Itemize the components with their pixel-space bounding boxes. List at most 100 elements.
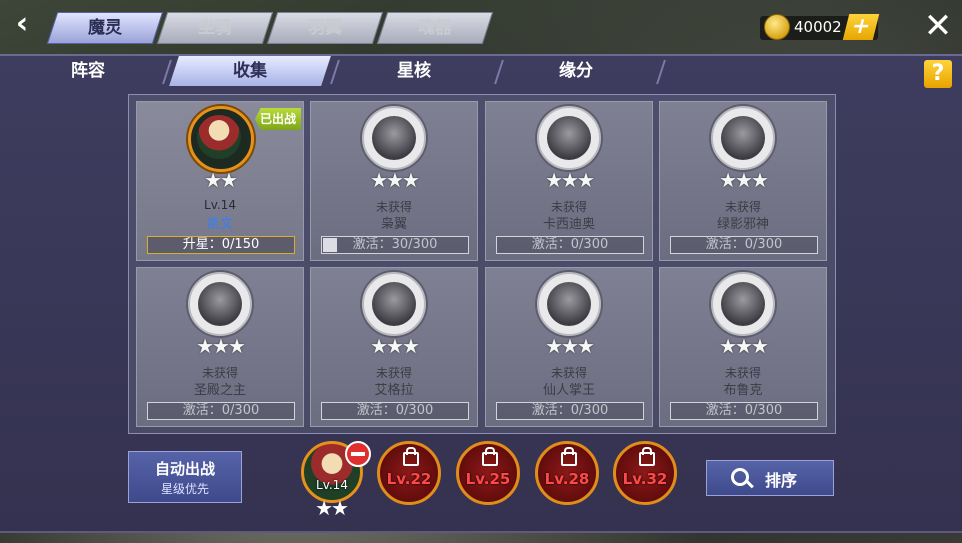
back-arrow-icon[interactable]: ‹: [4, 8, 40, 42]
tab-label: 缘分: [559, 61, 593, 81]
character-name: 凯文: [206, 217, 233, 232]
tab-fate[interactable]: 缘分: [495, 56, 657, 86]
progress-bar: 激活：0/300: [496, 236, 644, 254]
progress-text: 激活：0/300: [531, 403, 609, 418]
progress-bar: 激活：0/300: [670, 402, 818, 420]
progress-text: 激活：0/300: [531, 237, 609, 252]
character-name: 圣殿之主: [193, 383, 246, 398]
tab-label: 魔灵: [88, 18, 122, 38]
tab-star-core[interactable]: 星核: [333, 56, 495, 86]
progress-bar: 激活：30/300: [321, 236, 469, 254]
character-level: Lv.14: [204, 198, 236, 212]
character-portrait: [188, 272, 252, 336]
star-rating: ★★★: [370, 334, 420, 358]
gold-coin-icon: [764, 14, 790, 40]
character-portrait: [711, 106, 775, 170]
collection-card[interactable]: ★★★ 未获得 卡西迪奥 激活：0/300: [485, 101, 653, 261]
character-name: 绿影邪神: [716, 217, 769, 232]
close-icon[interactable]: ✕: [918, 6, 958, 46]
star-rating: ★★★: [370, 168, 420, 192]
sort-button[interactable]: 排序: [706, 460, 834, 496]
lock-icon: [639, 447, 655, 466]
character-name: 仙人掌王: [542, 383, 595, 398]
character-portrait: [188, 106, 254, 172]
auto-deploy-subtitle: 星级优先: [160, 482, 209, 496]
progress-text: 激活：0/300: [356, 403, 434, 418]
progress-text: 激活：0/300: [182, 403, 260, 418]
tab-label: 收集: [233, 61, 267, 81]
progress-bar: 激活：0/300: [670, 236, 818, 254]
top-bar: ‹ 魔灵 坐骑 羽翼 魂器 40002 + ✕: [0, 0, 962, 46]
locked-slot-4[interactable]: Lv.32: [613, 441, 677, 505]
auto-deploy-button[interactable]: 自动出战 星级优先: [128, 451, 242, 503]
collection-card[interactable]: 已出战 ★★ Lv.14 凯文升星：0/150: [136, 101, 304, 261]
character-portrait: [537, 272, 601, 336]
character-avatar-icon: [547, 282, 591, 326]
star-rating: ★★★: [545, 334, 595, 358]
progress-text: 升星：0/150: [182, 237, 260, 252]
unlock-level: Lv.32: [622, 470, 668, 488]
auto-deploy-label: 自动出战: [154, 460, 215, 478]
progress-bar: 升星：0/150: [147, 236, 295, 254]
currency-amount: 40002: [794, 18, 842, 36]
star-rating: ★★★: [545, 168, 595, 192]
tab-wings[interactable]: 羽翼: [266, 12, 384, 44]
character-avatar-icon: [721, 282, 765, 326]
lock-icon: [561, 447, 577, 466]
character-name: 枭翼: [380, 217, 407, 232]
progress-text: 激活：30/300: [352, 237, 438, 252]
character-portrait: [711, 272, 775, 336]
lock-icon: [482, 447, 498, 466]
tab-label: 星核: [397, 61, 431, 81]
progress-bar: 激活：0/300: [321, 402, 469, 420]
collection-grid: 已出战 ★★ Lv.14 凯文 升星：0/150 ★★★ 未获得 枭翼 激活：30/300 ★★★…: [128, 94, 836, 434]
tab-mount[interactable]: 坐骑: [156, 12, 274, 44]
tab-label: 阵容: [71, 61, 105, 81]
character-portrait: [362, 106, 426, 170]
collection-card[interactable]: ★★★ 未获得 绿影邪神 激活：0/300: [659, 101, 827, 261]
tab-divider: [656, 60, 666, 84]
collection-card[interactable]: ★★★ 未获得 布鲁克 激活：0/300: [659, 267, 827, 427]
tab-label: 坐骑: [198, 18, 232, 38]
tab-collection[interactable]: 收集: [169, 56, 331, 86]
help-icon[interactable]: ?: [924, 60, 952, 88]
star-rating: ★★★: [196, 334, 246, 358]
unlock-level: Lv.22: [386, 470, 432, 488]
collection-card[interactable]: ★★★ 未获得 仙人掌王 激活：0/300: [485, 267, 653, 427]
star-rating: ★★★: [719, 168, 769, 192]
sub-tab-bar: 阵容 收集 星核 缘分: [0, 56, 962, 88]
tab-soul-artifact[interactable]: 魂器: [376, 12, 494, 44]
search-icon: [731, 468, 749, 486]
progress-bar: 激活：0/300: [147, 402, 295, 420]
character-name: 艾格拉: [374, 383, 414, 398]
character-avatar-icon: [198, 282, 242, 326]
character-portrait: [537, 106, 601, 170]
collection-card[interactable]: ★★★ 未获得 艾格拉 激活：0/300: [310, 267, 478, 427]
character-avatar-icon: [372, 116, 416, 160]
sort-label: 排序: [765, 471, 798, 490]
star-rating: ★★: [204, 168, 238, 192]
character-avatar-icon: [372, 282, 416, 326]
team-slot-level: Lv.14: [316, 478, 348, 492]
locked-slot-2[interactable]: Lv.25: [456, 441, 520, 505]
collection-card[interactable]: ★★★ 未获得 圣殿之主 激活：0/300: [136, 267, 304, 427]
character-name: 布鲁克: [723, 383, 763, 398]
deployed-badge: 已出战: [255, 108, 301, 130]
progress-bar: 激活：0/300: [496, 402, 644, 420]
character-avatar-icon: [547, 116, 591, 160]
character-portrait: [362, 272, 426, 336]
collection-card[interactable]: ★★★ 未获得 枭翼 激活：30/300: [310, 101, 478, 261]
unlock-level: Lv.25: [465, 470, 511, 488]
locked-slot-3[interactable]: Lv.28: [535, 441, 599, 505]
star-rating: ★★★: [719, 334, 769, 358]
remove-icon[interactable]: [345, 441, 371, 467]
character-avatar-icon: [721, 116, 765, 160]
tab-label: 魂器: [418, 18, 452, 38]
tab-demon-spirit[interactable]: 魔灵: [46, 12, 164, 44]
unlock-level: Lv.28: [544, 470, 590, 488]
tab-lineup[interactable]: 阵容: [7, 56, 169, 86]
locked-slot-1[interactable]: Lv.22: [377, 441, 441, 505]
tab-label: 羽翼: [308, 18, 342, 38]
character-name: 卡西迪奥: [542, 217, 595, 232]
team-slot-stars: ★★: [315, 496, 349, 520]
